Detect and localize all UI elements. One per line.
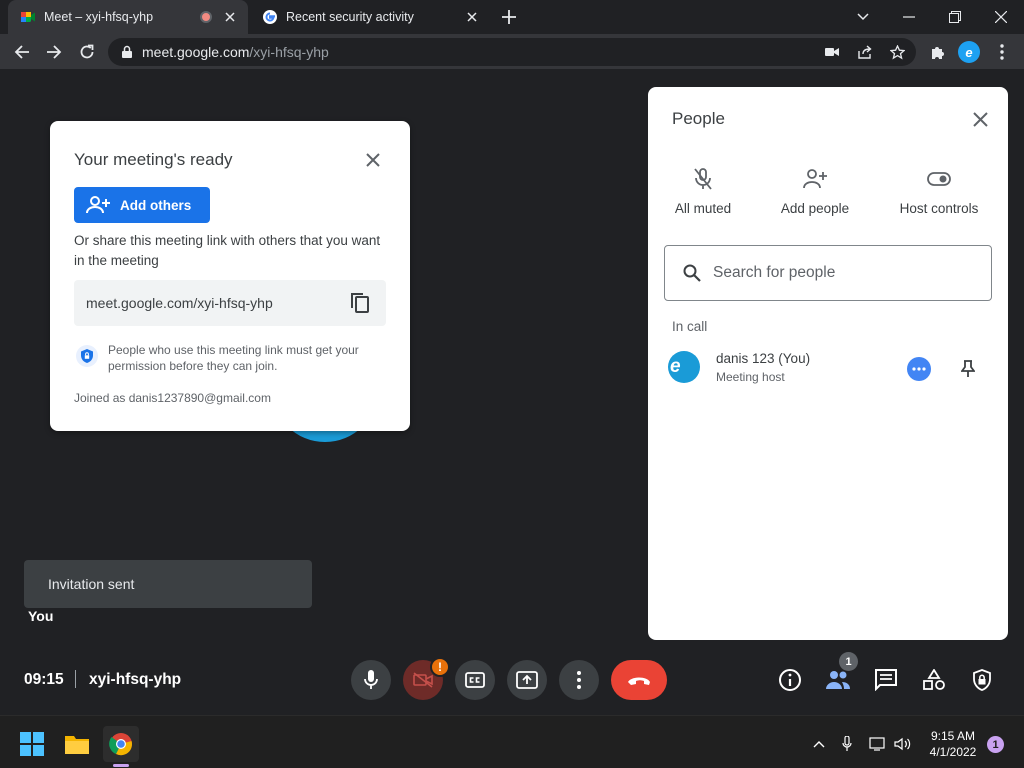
close-tab-icon[interactable] xyxy=(464,9,480,25)
people-search-field[interactable] xyxy=(664,245,992,301)
tab-title: Recent security activity xyxy=(286,10,414,24)
tab-security-activity[interactable]: Recent security activity xyxy=(250,0,490,34)
close-icon[interactable] xyxy=(968,107,992,131)
joined-as-text: Joined as danis1237890@gmail.com xyxy=(74,391,271,405)
mic-off-icon xyxy=(691,167,715,191)
microphone-tray-icon[interactable] xyxy=(838,735,856,753)
google-favicon-icon xyxy=(262,9,278,25)
meeting-link-box: meet.google.com/xyi-hfsq-yhp xyxy=(74,280,386,326)
chat-icon[interactable] xyxy=(873,667,899,693)
meeting-time: 09:15 xyxy=(24,671,64,688)
share-instructions: Or share this meeting link with others t… xyxy=(74,233,381,268)
url-text: meet.google.com/xyi-hfsq-yhp xyxy=(142,44,329,60)
add-others-button[interactable]: Add others xyxy=(74,187,210,223)
tab-title: Meet – xyi-hfsq-yhp xyxy=(44,10,154,24)
dialog-title: Your meeting's ready xyxy=(74,150,233,169)
minimize-icon[interactable] xyxy=(896,4,922,30)
tab-meet[interactable]: Meet – xyi-hfsq-yhp xyxy=(8,0,248,34)
shield-lock-icon xyxy=(76,345,98,367)
self-tile-label: You xyxy=(28,608,54,624)
lock-icon[interactable] xyxy=(120,45,134,59)
participant-count-badge: 1 xyxy=(839,652,858,671)
chevron-up-icon[interactable] xyxy=(810,735,828,753)
extensions-puzzle-icon[interactable] xyxy=(926,40,950,64)
person-add-icon xyxy=(86,195,110,215)
close-window-icon[interactable] xyxy=(988,4,1014,30)
file-explorer-icon[interactable] xyxy=(59,726,95,762)
windows-start-icon[interactable] xyxy=(14,726,50,762)
participant-row: e danis 123 (You) Meeting host xyxy=(648,349,1008,389)
participant-avatar: e xyxy=(668,351,700,383)
more-options-icon[interactable] xyxy=(907,357,931,381)
participant-name: danis 123 (You) xyxy=(716,351,811,366)
windows-taskbar: 9:15 AM 4/1/2022 1 xyxy=(0,715,1024,768)
host-controls-button[interactable]: Host controls xyxy=(884,167,994,216)
active-app-indicator xyxy=(113,764,129,767)
close-tab-icon[interactable] xyxy=(222,9,238,25)
toggle-icon xyxy=(927,167,951,191)
restore-icon[interactable] xyxy=(942,4,968,30)
pin-icon[interactable] xyxy=(956,357,980,381)
in-call-section-label: In call xyxy=(672,319,708,334)
permission-notice: People who use this meeting link must ge… xyxy=(108,343,359,373)
copy-icon[interactable] xyxy=(348,291,372,315)
meeting-info-icon[interactable] xyxy=(777,667,803,693)
person-add-icon xyxy=(803,167,827,191)
close-icon[interactable] xyxy=(362,149,384,171)
present-screen-button[interactable] xyxy=(507,660,547,700)
address-bar[interactable]: meet.google.com/xyi-hfsq-yhp xyxy=(108,38,916,66)
meet-favicon-icon xyxy=(20,9,36,25)
divider xyxy=(75,670,76,688)
back-arrow-icon[interactable] xyxy=(10,40,34,64)
forward-arrow-icon[interactable] xyxy=(42,40,66,64)
camera-warning-badge[interactable]: ! xyxy=(430,657,450,677)
bookmark-star-icon[interactable] xyxy=(889,44,905,60)
browser-tab-strip: Meet – xyi-hfsq-yhp Recent security acti… xyxy=(0,0,1024,34)
profile-avatar[interactable]: e xyxy=(958,41,980,63)
add-others-label: Add others xyxy=(120,197,192,213)
end-call-button[interactable] xyxy=(611,660,667,700)
invitation-sent-toast: Invitation sent xyxy=(24,560,312,608)
volume-icon[interactable] xyxy=(894,735,912,753)
microphone-button[interactable] xyxy=(351,660,391,700)
activities-icon[interactable] xyxy=(921,667,947,693)
more-options-button[interactable] xyxy=(559,660,599,700)
clock-time: 9:15 AM xyxy=(930,729,976,743)
reload-icon[interactable] xyxy=(75,40,99,64)
clock-date: 4/1/2022 xyxy=(929,745,977,759)
meeting-link[interactable]: meet.google.com/xyi-hfsq-yhp xyxy=(86,295,348,311)
people-panel: People All muted Add people Host control… xyxy=(648,87,1008,640)
all-muted-button[interactable]: All muted xyxy=(648,167,758,216)
camera-in-use-icon[interactable] xyxy=(824,44,840,60)
network-icon[interactable] xyxy=(869,735,887,753)
url-path: /xyi-hfsq-yhp xyxy=(249,44,329,60)
panel-title: People xyxy=(672,109,725,128)
action-label: Host controls xyxy=(899,201,979,216)
browser-menu-icon[interactable] xyxy=(990,40,1014,64)
search-input[interactable] xyxy=(713,264,973,282)
meeting-stage: Your meeting's ready Add others Or share… xyxy=(0,70,1024,715)
browser-toolbar: meet.google.com/xyi-hfsq-yhp e xyxy=(0,34,1024,70)
meeting-controls-bar: 09:15 xyi-hfsq-yhp ! 1 xyxy=(0,645,1024,715)
system-clock[interactable]: 9:15 AM 4/1/2022 xyxy=(920,728,986,760)
recording-indicator-icon xyxy=(200,11,212,23)
notification-badge[interactable]: 1 xyxy=(987,736,1004,753)
action-label: Add people xyxy=(780,201,850,216)
meeting-code: xyi-hfsq-yhp xyxy=(89,671,182,688)
chrome-taskbar-icon[interactable] xyxy=(103,726,139,762)
host-controls-shield-icon[interactable] xyxy=(969,667,995,693)
tab-search-icon[interactable] xyxy=(850,4,876,30)
search-icon xyxy=(683,263,703,283)
action-label: All muted xyxy=(674,201,732,216)
captions-button[interactable] xyxy=(455,660,495,700)
url-host: meet.google.com xyxy=(142,44,250,60)
participant-role: Meeting host xyxy=(716,370,785,384)
share-icon[interactable] xyxy=(857,44,873,60)
new-tab-button[interactable] xyxy=(498,6,520,28)
meeting-ready-dialog: Your meeting's ready Add others Or share… xyxy=(50,121,410,431)
add-people-button[interactable]: Add people xyxy=(760,167,870,216)
